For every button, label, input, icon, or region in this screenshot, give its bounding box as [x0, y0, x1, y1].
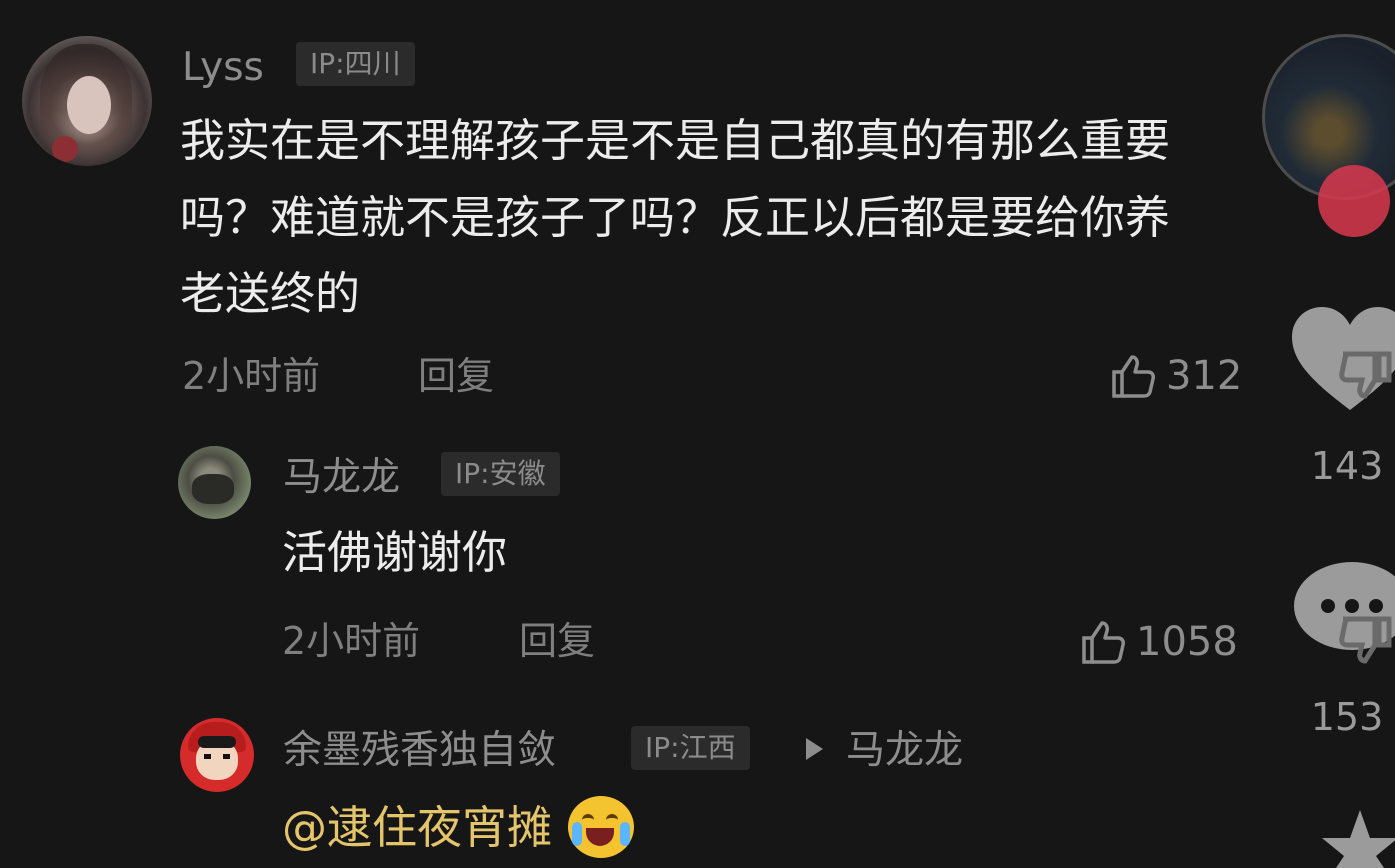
comment-username[interactable]: Lyss — [182, 48, 264, 87]
avatar-eyes — [204, 754, 230, 759]
avatar-hair — [198, 736, 236, 748]
reply-text: 活佛谢谢你 — [282, 526, 508, 579]
ip-tag: IP:四川 — [296, 42, 415, 86]
avatar-malonglong[interactable] — [178, 446, 251, 519]
avatar-yumo[interactable] — [180, 718, 254, 792]
comment-time: 2小时前 — [182, 354, 321, 398]
mouth — [586, 828, 615, 846]
crying-laughing-emoji-icon — [568, 796, 635, 858]
star-icon[interactable] — [1320, 808, 1395, 868]
tear — [572, 822, 583, 846]
heart-count: 143 — [1310, 444, 1384, 488]
reply-button[interactable]: 回复 — [519, 622, 595, 660]
comment-count: 153 — [1310, 695, 1384, 739]
reply-username[interactable]: 马龙龙 — [283, 458, 400, 497]
like-count: 1058 — [1136, 619, 1238, 665]
avatar-shade — [192, 474, 234, 504]
avatar-rose — [52, 136, 78, 162]
reply-time: 2小时前 — [282, 619, 421, 663]
comment-text-line-2: 吗？难道就不是孩子了吗？反正以后都是要给你养 — [180, 191, 1171, 244]
ip-tag: IP:安徽 — [441, 452, 560, 496]
comment-text-line-3: 老送终的 — [180, 267, 361, 320]
reply-button[interactable]: 回复 — [418, 357, 494, 395]
ip-tag: IP:江西 — [631, 726, 750, 770]
avatar-lyss[interactable] — [22, 36, 152, 166]
dislike-icon-2[interactable] — [1335, 615, 1395, 665]
mention-link[interactable]: @逮住夜宵摊 — [282, 801, 552, 854]
reply-arrow-icon — [806, 738, 823, 760]
like-count: 312 — [1166, 353, 1243, 399]
thumbs-up-icon — [1082, 621, 1125, 664]
reply-to-username[interactable]: 马龙龙 — [846, 731, 963, 770]
avatar-face — [67, 76, 111, 134]
thumbs-up-icon — [1112, 355, 1155, 398]
tear — [620, 822, 631, 846]
like-button[interactable]: 312 — [1110, 354, 1242, 398]
dislike-icon[interactable] — [1335, 350, 1395, 400]
comment-text-line-1: 我实在是不理解孩子是不是自己都真的有那么重要 — [180, 114, 1171, 167]
follow-plus-button[interactable] — [1318, 165, 1390, 237]
mention-line: @逮住夜宵摊 — [282, 796, 635, 862]
reply-username[interactable]: 余墨残香独自敛 — [283, 731, 556, 770]
like-button[interactable]: 1058 — [1080, 620, 1238, 664]
